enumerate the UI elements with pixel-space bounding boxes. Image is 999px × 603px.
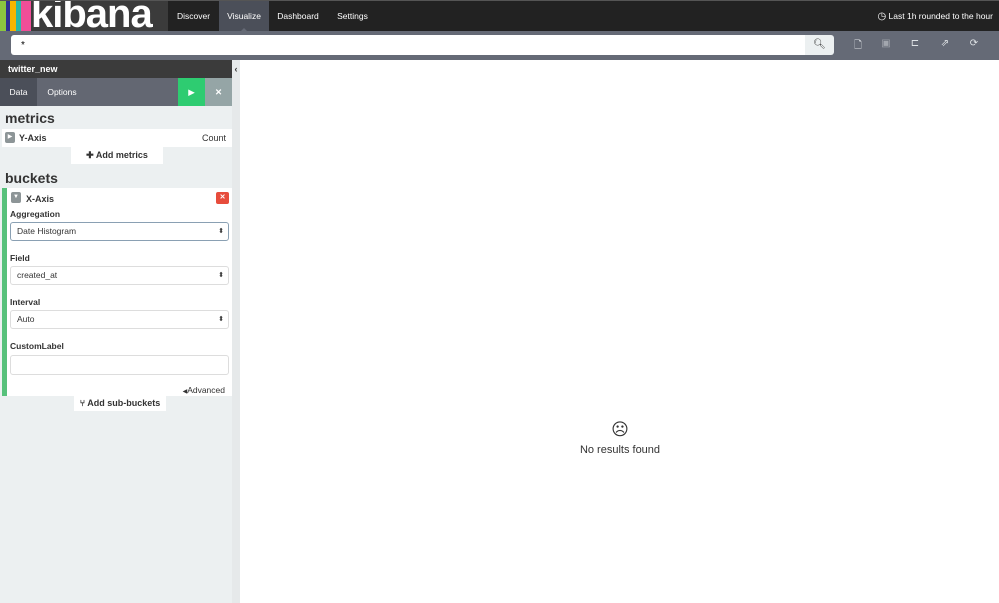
- open-icon[interactable]: ⊏: [908, 38, 922, 49]
- share-icon[interactable]: ⇗: [938, 38, 952, 49]
- nav-discover[interactable]: Discover: [168, 1, 219, 32]
- nav-dashboard[interactable]: Dashboard: [269, 1, 327, 32]
- metric-y-axis[interactable]: ▶ Y-Axis Count: [2, 129, 232, 147]
- no-results: ☹ No results found: [540, 420, 700, 456]
- plus-icon: ✚: [86, 150, 94, 160]
- add-sub-buckets-button[interactable]: ⑂ Add sub-buckets: [74, 396, 166, 411]
- refresh-icon[interactable]: ⟳: [967, 38, 981, 49]
- search-button[interactable]: 🔍︎: [805, 35, 834, 55]
- custom-label-label: CustomLabel: [10, 341, 64, 351]
- custom-label-input[interactable]: [10, 355, 229, 375]
- field-label: Field: [10, 253, 30, 263]
- bucket-title: X-Axis: [26, 194, 55, 204]
- fork-icon: ⑂: [79, 398, 86, 408]
- top-nav: kibana Discover Visualize Dashboard Sett…: [0, 0, 999, 32]
- search-icon: 🔍︎: [813, 39, 826, 50]
- apply-button[interactable]: ▶: [178, 78, 205, 106]
- play-icon: ▶: [188, 87, 195, 97]
- advanced-toggle[interactable]: ◀Advanced: [183, 385, 225, 395]
- time-picker[interactable]: ◷ Last 1h rounded to the hour: [877, 1, 993, 32]
- interval-select[interactable]: Auto ⬍: [10, 310, 229, 329]
- frown-face-icon: ☹: [611, 420, 629, 439]
- add-metrics-button[interactable]: ✚ Add metrics: [71, 147, 163, 164]
- select-arrows-icon: ⬍: [218, 272, 224, 279]
- sidebar-tabs: Data Options ▶ ✕: [0, 78, 232, 106]
- index-pattern-title: twitter_new: [0, 60, 232, 78]
- clock-icon: ◷: [877, 11, 887, 22]
- remove-bucket-button[interactable]: ✕: [216, 192, 229, 204]
- interval-label: Interval: [10, 297, 41, 307]
- discard-button[interactable]: ✕: [205, 78, 232, 106]
- metrics-heading: metrics: [5, 110, 55, 126]
- chevron-left-icon: ‹: [234, 64, 238, 74]
- select-arrows-icon: ⬍: [218, 316, 224, 323]
- nav-settings[interactable]: Settings: [327, 1, 378, 32]
- select-arrows-icon: ⬍: [218, 228, 224, 235]
- caret-right-icon: ▶: [5, 132, 15, 143]
- buckets-heading: buckets: [5, 170, 58, 186]
- search-input[interactable]: [11, 35, 805, 55]
- kibana-logo[interactable]: kibana: [0, 1, 168, 32]
- nav-visualize[interactable]: Visualize: [219, 1, 269, 32]
- tab-data[interactable]: Data: [0, 78, 37, 106]
- tab-options[interactable]: Options: [37, 78, 87, 106]
- collapse-sidebar-button[interactable]: ‹: [232, 60, 240, 603]
- aggregation-select[interactable]: Date Histogram ⬍: [10, 222, 229, 241]
- aggregation-label: Aggregation: [10, 209, 61, 219]
- field-select[interactable]: created_at ⬍: [10, 266, 229, 285]
- close-icon: ✕: [214, 87, 223, 97]
- caret-down-icon[interactable]: ▼: [11, 192, 21, 203]
- new-visualization-icon[interactable]: 🗋: [851, 38, 865, 55]
- save-icon[interactable]: ▣: [879, 38, 893, 49]
